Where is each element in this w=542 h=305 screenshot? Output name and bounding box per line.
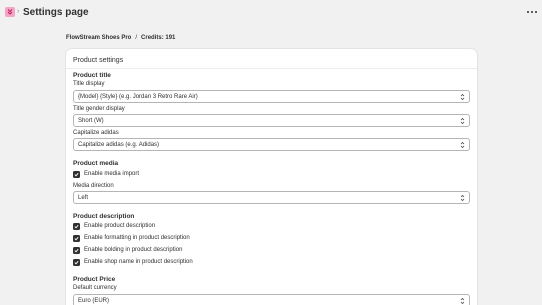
checkmark-icon: [74, 224, 79, 228]
title-display-select[interactable]: {Model} {Style} (e.g. Jordan 3 Retro Rar…: [73, 90, 470, 103]
capitalize-adidas-label: Capitalize adidas: [73, 130, 119, 136]
select-chevron-icon: [460, 194, 465, 202]
gender-display-select[interactable]: Short (W): [73, 114, 470, 127]
divider: [66, 68, 477, 69]
top-bar: › Settings page: [0, 0, 542, 26]
section-product-price: Product Price: [73, 276, 116, 283]
more-horizontal-icon[interactable]: [527, 8, 537, 16]
card-title: Product settings: [73, 57, 124, 64]
checkmark-icon: [74, 236, 79, 240]
select-chevron-icon: [460, 141, 465, 149]
media-direction-value: Left: [78, 194, 89, 201]
checkmark-icon: [74, 172, 79, 176]
section-product-description: Product description: [73, 213, 135, 220]
capitalize-adidas-select[interactable]: Capitalize adidas (e.g. Adidas): [73, 138, 470, 151]
description-option-row[interactable]: Enable shop name in product description: [73, 258, 193, 266]
enable-product-description-label: Enable product description: [84, 223, 156, 229]
enable-media-import-row[interactable]: Enable media import: [73, 170, 139, 178]
default-currency-select[interactable]: Euro (EUR): [73, 294, 470, 305]
title-display-value: {Model} {Style} (e.g. Jordan 3 Retro Rar…: [78, 93, 198, 100]
title-display-label: Title display: [73, 81, 105, 87]
section-product-media: Product media: [73, 160, 119, 167]
default-currency-value: Euro (EUR): [78, 297, 110, 304]
app-logo-icon[interactable]: [5, 7, 15, 17]
section-product-title: Product title: [73, 72, 111, 79]
enable-bolding-label: Enable bolding in product description: [84, 247, 183, 253]
breadcrumb: FlowStream Shoes Pro / Credits: 191: [66, 34, 175, 42]
enable-shop-name-label: Enable shop name in product description: [84, 259, 193, 265]
description-option-row[interactable]: Enable product description: [73, 222, 155, 230]
select-chevron-icon: [460, 93, 465, 101]
product-settings-card: Product settings Product title Title dis…: [66, 49, 477, 305]
description-option-row[interactable]: Enable bolding in product description: [73, 246, 182, 254]
credits-count: Credits: 191: [141, 35, 176, 41]
enable-bolding-checkbox[interactable]: [73, 246, 80, 254]
gender-display-value: Short (W): [78, 117, 104, 124]
checkmark-icon: [74, 260, 79, 264]
select-chevron-icon: [460, 117, 465, 125]
gender-display-label: Title gender display: [73, 106, 125, 112]
enable-shop-name-checkbox[interactable]: [73, 258, 80, 266]
enable-media-import-checkbox[interactable]: [73, 170, 80, 178]
breadcrumb-separator: /: [135, 35, 138, 41]
capitalize-adidas-value: Capitalize adidas (e.g. Adidas): [78, 141, 160, 148]
media-direction-label: Media direction: [73, 183, 114, 189]
checkmark-icon: [74, 248, 79, 252]
chevron-right-icon: ›: [17, 8, 20, 15]
page-title: Settings page: [23, 7, 89, 18]
media-direction-select[interactable]: Left: [73, 191, 470, 204]
default-currency-label: Default currency: [73, 285, 117, 291]
enable-formatting-checkbox[interactable]: [73, 234, 80, 242]
shop-name: FlowStream Shoes Pro: [66, 35, 132, 41]
enable-product-description-checkbox[interactable]: [73, 222, 80, 230]
enable-media-import-label: Enable media import: [84, 171, 140, 177]
select-chevron-icon: [460, 297, 465, 305]
enable-formatting-label: Enable formatting in product description: [84, 235, 190, 241]
description-option-row[interactable]: Enable formatting in product description: [73, 234, 190, 242]
